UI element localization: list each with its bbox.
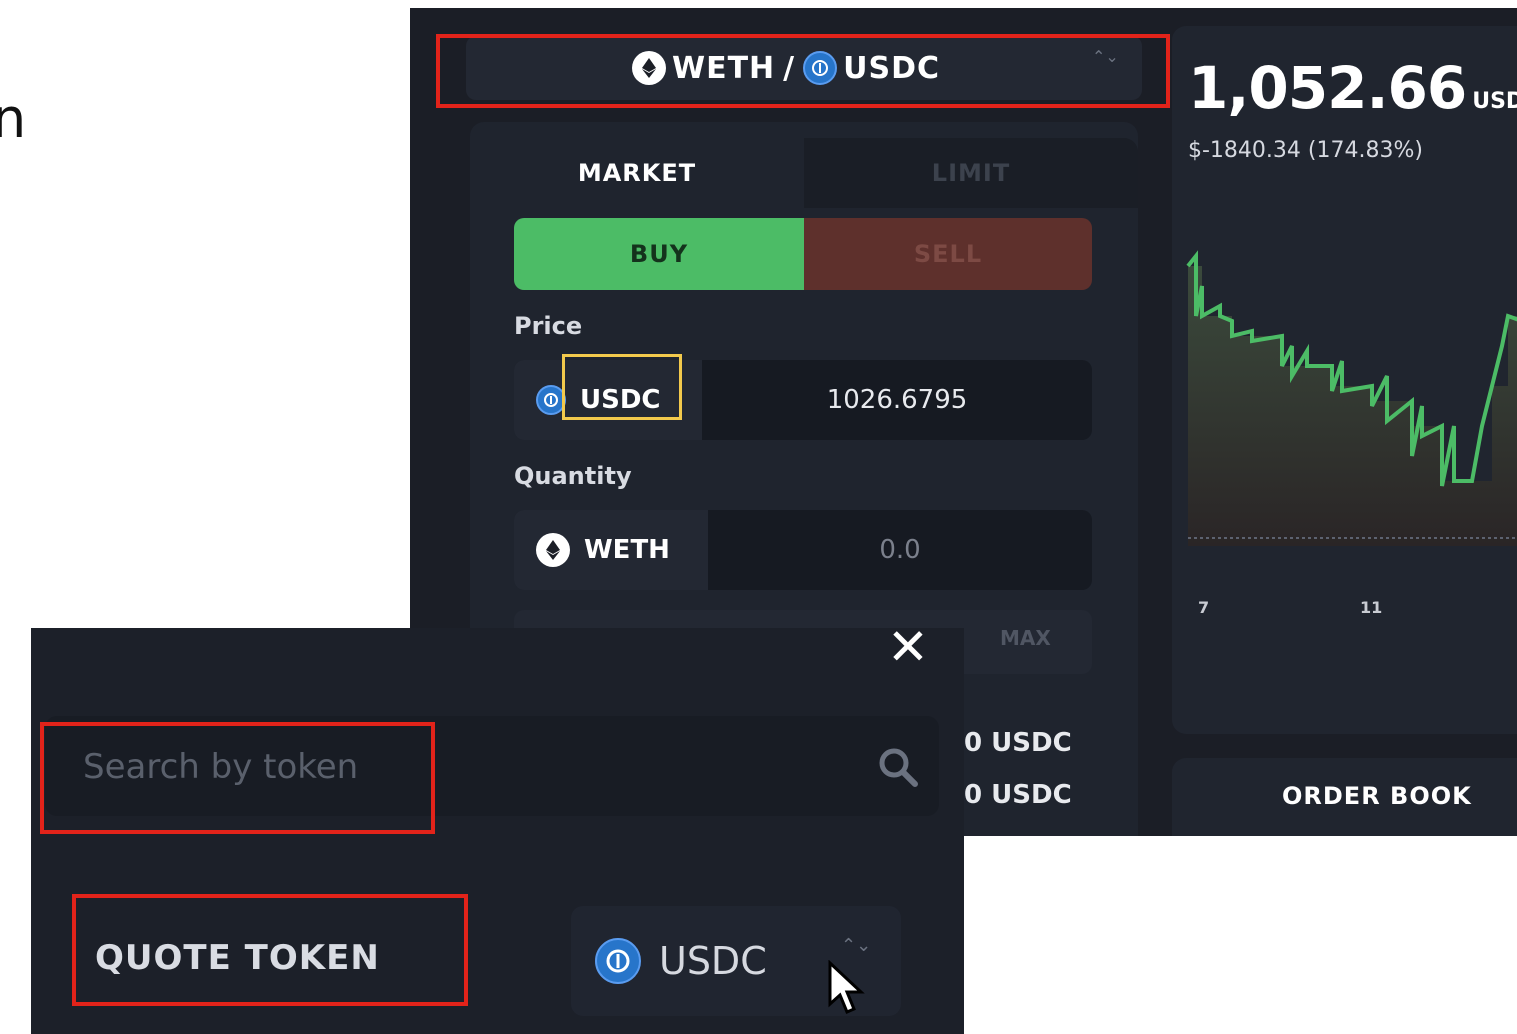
- annotation-box-search: [40, 722, 435, 834]
- quote-token-name: USDC: [659, 939, 767, 983]
- close-icon[interactable]: ✕: [887, 628, 929, 672]
- quote-token-value: USDC: [595, 906, 767, 1016]
- tab-limit[interactable]: LIMIT: [804, 138, 1138, 208]
- token-selector-panel: ✕ QUOTE TOKEN USDC ⌃⌄: [31, 628, 964, 1034]
- x-tick-label: 11: [1360, 598, 1383, 617]
- price-label: Price: [514, 312, 583, 340]
- quantity-token-selector[interactable]: WETH: [514, 510, 708, 590]
- price-value: 1,052.66: [1188, 54, 1467, 122]
- quantity-token-label: WETH: [584, 535, 670, 565]
- annotation-box-quote-token: [72, 894, 468, 1006]
- clipped-text-fragment: n: [0, 87, 27, 150]
- summary-line-2: 0 USDC: [964, 780, 1072, 810]
- price-chart: [1186, 250, 1517, 546]
- current-price: 1,052.66USDC: [1188, 54, 1517, 122]
- mouse-cursor-icon: [828, 960, 865, 1014]
- annotation-box-price-token: [562, 354, 682, 420]
- price-input[interactable]: 1026.6795: [702, 360, 1092, 440]
- price-chart-card: 1,052.66USDC $-1840.34 (174.83%) 7 11: [1172, 26, 1517, 734]
- chart-area-fill: [1188, 266, 1517, 546]
- price-change: $-1840.34 (174.83%): [1188, 138, 1423, 163]
- search-icon[interactable]: [875, 744, 921, 790]
- quantity-label: Quantity: [514, 462, 632, 490]
- order-book-label: ORDER BOOK: [1282, 782, 1472, 810]
- max-button[interactable]: MAX: [1000, 626, 1051, 650]
- tab-market[interactable]: MARKET: [470, 138, 804, 208]
- quantity-field: WETH 0.0: [514, 510, 1092, 590]
- price-unit: USDC: [1472, 89, 1517, 114]
- weth-icon: [536, 533, 570, 567]
- annotation-box-pair: [436, 34, 1170, 108]
- quantity-input[interactable]: 0.0: [708, 510, 1092, 590]
- buy-button[interactable]: BUY: [514, 218, 804, 290]
- order-book-card[interactable]: ORDER BOOK: [1172, 758, 1517, 836]
- x-tick-label: 7: [1198, 598, 1210, 617]
- summary-line-1: 0 USDC: [964, 728, 1072, 758]
- sell-button[interactable]: SELL: [804, 218, 1092, 290]
- usdc-icon: [595, 938, 641, 984]
